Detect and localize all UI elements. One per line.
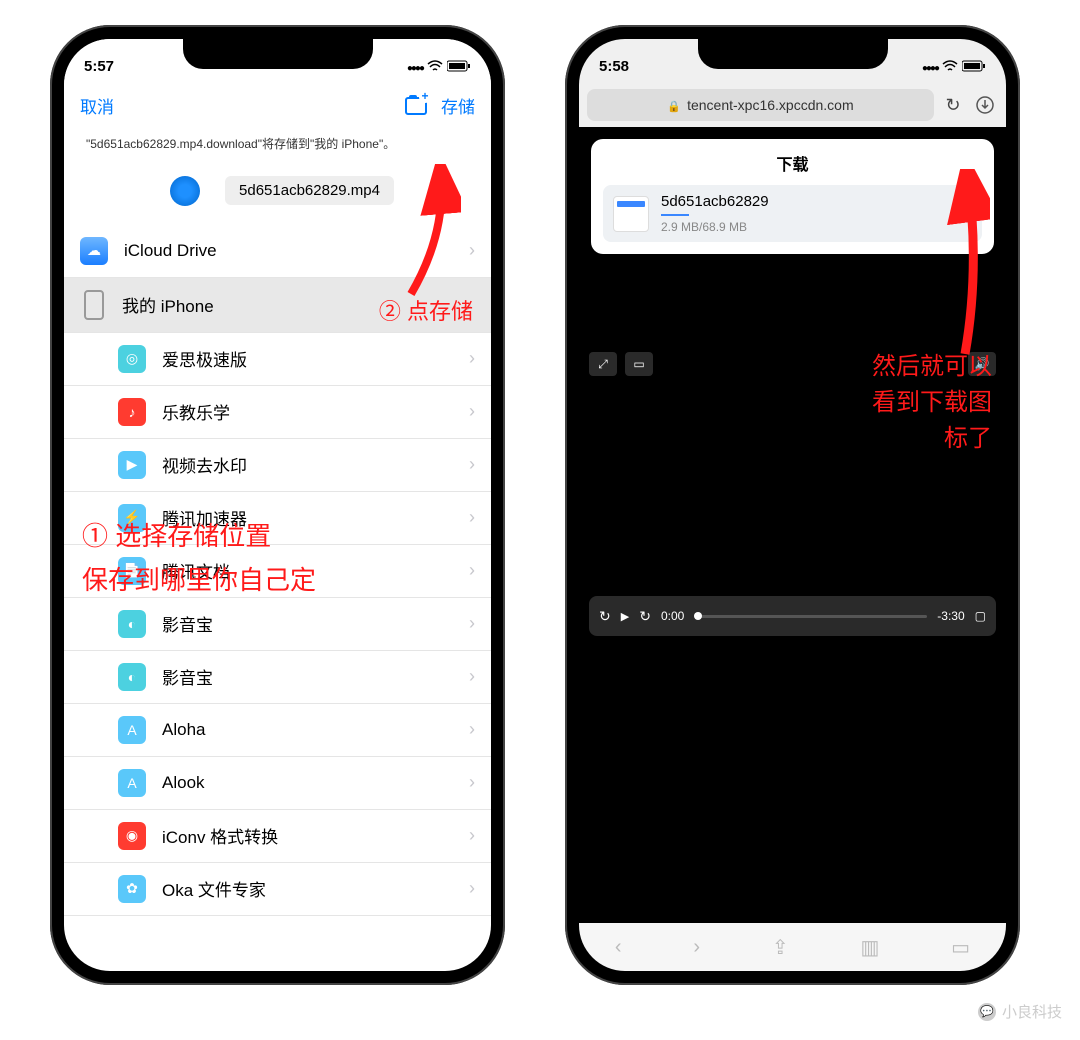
rewind-icon[interactable] (599, 608, 611, 625)
annotation-step1: ① 选择存储位置 保存到哪里你自己定 (82, 514, 316, 602)
chevron-right-icon (469, 719, 475, 740)
folder-item[interactable]: ◐ 影音宝 (64, 651, 491, 704)
share-icon[interactable]: ⇪ (772, 935, 789, 960)
chevron-right-icon (469, 560, 475, 581)
wifi-icon (427, 60, 443, 72)
pip-icon[interactable]: ▭ (625, 352, 653, 376)
video-file-icon (613, 196, 649, 232)
safari-toolbar: ‹ › ⇪ ▥ ▭ (579, 923, 1006, 971)
folder-icon: ◎ (118, 345, 146, 373)
save-navbar: 取消 存储 (64, 83, 491, 128)
time-current: 0:00 (661, 609, 684, 623)
back-icon[interactable]: ‹ (615, 936, 622, 959)
folder-icon: A (118, 769, 146, 797)
signal-icon (922, 58, 938, 75)
cancel-button[interactable]: 取消 (80, 93, 114, 118)
airplay-icon[interactable]: ▢ (975, 609, 986, 623)
wechat-icon (978, 1003, 996, 1021)
download-filename: 5d651acb62829 (661, 193, 942, 210)
battery-icon (447, 60, 471, 72)
wifi-icon (942, 60, 958, 72)
chevron-right-icon (469, 825, 475, 846)
phone-frame-left: 5:57 取消 存储 "5d651acb62829.mp4.download"将… (50, 25, 505, 985)
folder-item[interactable]: ◐ 影音宝 (64, 598, 491, 651)
chevron-right-icon (469, 878, 475, 899)
folder-item[interactable]: ◉ iConv 格式转换 (64, 810, 491, 863)
notch (183, 39, 373, 69)
chevron-right-icon (469, 240, 475, 261)
location-label: iCloud Drive (124, 241, 217, 261)
url-field[interactable]: tencent-xpc16.xpccdn.com (587, 89, 934, 121)
safari-address-bar: tencent-xpc16.xpccdn.com ↻ (579, 83, 1006, 127)
folder-item[interactable]: ◎ 爱思极速版 (64, 333, 491, 386)
folder-item[interactable]: A Alook (64, 757, 491, 810)
folder-icon: ◐ (118, 610, 146, 638)
downloads-panel: 下载 5d651acb62829 2.9 MB/68.9 MB ✕ (591, 139, 994, 254)
tabs-icon[interactable]: ▭ (951, 935, 970, 960)
annotation-step2: ② 点存储 (379, 294, 473, 326)
iphone-icon (84, 290, 104, 320)
icloud-icon: ☁ (80, 237, 108, 265)
chevron-right-icon (469, 348, 475, 369)
time-remaining: -3:30 (937, 609, 964, 623)
bookmarks-icon[interactable]: ▥ (860, 935, 879, 960)
forward-icon[interactable]: › (693, 936, 700, 959)
save-button[interactable]: 存储 (441, 93, 475, 118)
downloads-title: 下载 (603, 151, 982, 175)
seek-bar[interactable] (694, 615, 927, 618)
battery-icon (962, 60, 986, 72)
new-folder-icon[interactable] (405, 97, 427, 115)
folder-icon: ♪ (118, 398, 146, 426)
chevron-right-icon (469, 507, 475, 528)
folder-icon: ◉ (118, 822, 146, 850)
lock-icon (667, 97, 681, 113)
annotation-arrow-icon (940, 169, 990, 364)
folder-icon: A (118, 716, 146, 744)
safari-icon (161, 167, 209, 215)
folder-item[interactable]: A Aloha (64, 704, 491, 757)
chevron-right-icon (469, 401, 475, 422)
play-icon[interactable] (621, 609, 629, 623)
download-size: 2.9 MB/68.9 MB (661, 220, 942, 234)
folder-icon: ◐ (118, 663, 146, 691)
folder-item[interactable]: ✿ Oka 文件专家 (64, 863, 491, 916)
filename-field[interactable]: 5d651acb62829.mp4 (225, 176, 394, 205)
status-time: 5:57 (84, 58, 114, 75)
signal-icon (407, 58, 423, 75)
chevron-right-icon (469, 772, 475, 793)
annotation-right: 然后就可以 看到下载图 标了 (872, 349, 992, 457)
save-description: "5d651acb62829.mp4.download"将存储到"我的 iPho… (64, 128, 491, 161)
location-label: 我的 iPhone (122, 292, 214, 317)
folder-icon: ▶ (118, 451, 146, 479)
chevron-right-icon (469, 613, 475, 634)
status-time: 5:58 (599, 58, 629, 75)
notch (698, 39, 888, 69)
download-progress (661, 214, 689, 216)
folder-item[interactable]: ▶ 视频去水印 (64, 439, 491, 492)
fullscreen-icon[interactable]: ⤢ (589, 352, 617, 376)
watermark: 小良科技 (978, 1001, 1062, 1022)
forward-icon[interactable] (639, 608, 651, 625)
downloads-icon[interactable] (972, 92, 998, 118)
folder-icon: ✿ (118, 875, 146, 903)
folder-item[interactable]: ♪ 乐教乐学 (64, 386, 491, 439)
reload-icon[interactable]: ↻ (940, 92, 966, 118)
chevron-right-icon (469, 666, 475, 687)
phone-frame-right: 5:58 tencent-xpc16.xpccdn.com ↻ 下载 (565, 25, 1020, 985)
download-item[interactable]: 5d651acb62829 2.9 MB/68.9 MB ✕ (603, 185, 982, 242)
chevron-right-icon (469, 454, 475, 475)
